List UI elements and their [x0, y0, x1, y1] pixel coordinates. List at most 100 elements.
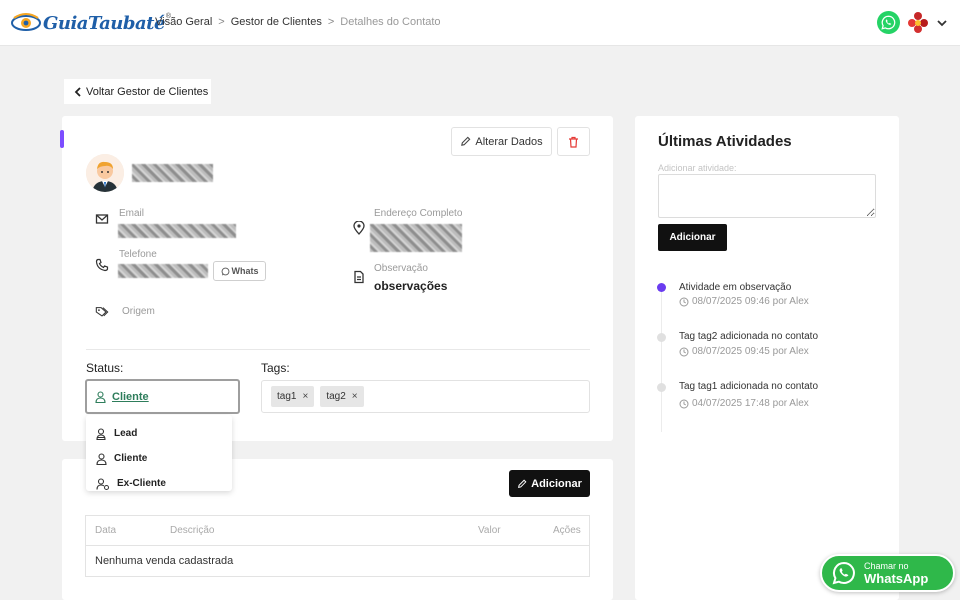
activity-meta: 08/07/2025 09:45 por Alex	[679, 346, 809, 357]
add-activity-button[interactable]: Adicionar	[658, 224, 727, 251]
email-label: Email	[119, 208, 145, 219]
address-value-redacted	[370, 224, 462, 252]
activity-title: Tag tag2 adicionada no contato	[679, 331, 818, 342]
eye-logo-icon	[11, 12, 41, 34]
contact-avatar	[86, 154, 124, 192]
trash-icon	[569, 136, 578, 148]
header-actions	[877, 10, 948, 34]
activity-title: Atividade em observação	[679, 282, 792, 293]
tag-chip: tag2 ×	[320, 386, 364, 407]
contact-details-card: Alterar Dados Email Telefone Whats Orige…	[60, 116, 613, 441]
email-value-redacted	[118, 224, 236, 238]
table-header: Data Descrição Valor Ações	[86, 516, 589, 546]
status-dropdown-menu: Lead Cliente Ex-Cliente	[86, 415, 232, 491]
chat-on-whatsapp-button[interactable]: Chamar no WhatsApp	[820, 554, 955, 592]
tag-chip-label: tag1	[277, 391, 297, 402]
breadcrumb-overview[interactable]: Visão Geral	[155, 16, 212, 28]
status-selected-value: Cliente	[112, 390, 149, 403]
edit-data-button[interactable]: Alterar Dados	[451, 127, 552, 156]
timeline-dot	[657, 383, 666, 392]
origin-label: Origem	[122, 306, 155, 317]
add-activity-textarea[interactable]	[658, 174, 876, 218]
column-header-actions: Ações	[553, 525, 581, 536]
pencil-icon	[461, 136, 471, 146]
user-avatar-flower-icon[interactable]	[906, 10, 930, 34]
phone-label: Telefone	[119, 249, 157, 260]
status-option-lead[interactable]: Lead	[86, 421, 232, 446]
observation-label: Observação	[374, 263, 428, 274]
clock-icon	[679, 399, 689, 408]
breadcrumb-separator: >	[218, 16, 225, 28]
user-icon	[95, 390, 106, 403]
user-icon	[96, 452, 107, 465]
recent-activities-card: Últimas Atividades Adicionar atividade: …	[635, 116, 899, 600]
breadcrumb: Visão Geral > Gestor de Clientes > Detal…	[155, 16, 441, 28]
table-row: Nenhuma venda cadastrada	[86, 546, 589, 577]
sales-table: Data Descrição Valor Ações Nenhuma venda…	[85, 515, 590, 577]
whats-button[interactable]: Whats	[213, 261, 266, 281]
whatsapp-icon[interactable]	[877, 10, 900, 34]
logo-text: GuiaTaubaté	[43, 12, 165, 34]
back-to-client-manager-button[interactable]: Voltar Gestor de Clientes	[64, 79, 211, 104]
user-cog-icon	[96, 477, 109, 490]
timeline-dot	[657, 333, 666, 342]
timeline-dot	[657, 283, 666, 292]
column-header-description: Descrição	[170, 525, 215, 536]
clock-icon	[679, 297, 689, 306]
status-option-label: Cliente	[114, 453, 148, 464]
empty-table-message: Nenhuma venda cadastrada	[95, 555, 234, 567]
chevron-down-icon[interactable]	[936, 16, 948, 28]
activity-meta: 04/07/2025 17:48 por Alex	[679, 398, 809, 409]
edit-button-label: Alterar Dados	[475, 135, 543, 148]
whatsapp-float-line2: WhatsApp	[864, 570, 929, 586]
activities-title: Últimas Atividades	[658, 133, 792, 150]
tag-chip: tag1 ×	[271, 386, 315, 407]
clock-icon	[679, 347, 689, 356]
breadcrumb-separator: >	[327, 16, 335, 28]
status-option-label: Ex-Cliente	[117, 478, 166, 489]
add-sale-button-label: Adicionar	[531, 477, 582, 490]
activity-title: Tag tag1 adicionada no contato	[679, 381, 818, 392]
phone-icon	[95, 258, 109, 272]
whatsapp-small-icon	[221, 267, 229, 275]
top-header: GuiaTaubaté ® Visão Geral > Gestor de Cl…	[0, 0, 960, 46]
address-label: Endereço Completo	[374, 208, 463, 219]
status-option-ex-client[interactable]: Ex-Cliente	[86, 471, 232, 496]
status-select[interactable]: Cliente	[85, 379, 240, 414]
tag-remove-button[interactable]: ×	[302, 391, 308, 402]
section-divider	[86, 349, 590, 350]
tag-remove-button[interactable]: ×	[352, 391, 358, 402]
breadcrumb-contact-details: Detalhes do Contato	[340, 16, 441, 28]
delete-contact-button[interactable]	[557, 127, 590, 156]
tags-icon	[95, 307, 109, 317]
user-search-icon	[96, 427, 106, 440]
status-label: Status:	[86, 361, 124, 375]
pencil-icon	[518, 479, 527, 488]
status-option-client[interactable]: Cliente	[86, 446, 232, 471]
status-option-label: Lead	[114, 428, 138, 439]
map-pin-icon	[353, 221, 365, 235]
column-header-date: Data	[95, 525, 117, 536]
contact-name-redacted	[132, 164, 213, 182]
tags-input[interactable]: tag1 × tag2 ×	[261, 380, 590, 413]
whatsapp-float-line1: Chamar no	[864, 560, 909, 571]
breadcrumb-client-manager[interactable]: Gestor de Clientes	[231, 16, 322, 28]
phone-value-redacted	[118, 264, 208, 278]
whats-button-label: Whats	[231, 266, 259, 276]
envelope-icon	[95, 214, 109, 224]
activity-meta: 08/07/2025 09:46 por Alex	[679, 296, 809, 307]
observation-value: observações	[374, 279, 448, 293]
document-icon	[354, 270, 364, 284]
whatsapp-icon	[832, 561, 855, 585]
activity-meta-text: 08/07/2025 09:45 por Alex	[692, 346, 809, 357]
column-header-value: Valor	[478, 525, 501, 536]
activity-meta-text: 08/07/2025 09:46 por Alex	[692, 296, 809, 307]
back-button-label: Voltar Gestor de Clientes	[86, 85, 209, 98]
tags-label: Tags:	[261, 361, 290, 375]
card-accent-bar	[60, 130, 64, 148]
activity-meta-text: 04/07/2025 17:48 por Alex	[692, 398, 809, 409]
add-sale-button[interactable]: Adicionar	[509, 470, 590, 497]
add-activity-label: Adicionar atividade:	[658, 163, 737, 173]
tag-chip-label: tag2	[326, 391, 346, 402]
guia-taubate-logo[interactable]: GuiaTaubaté ®	[11, 10, 171, 36]
